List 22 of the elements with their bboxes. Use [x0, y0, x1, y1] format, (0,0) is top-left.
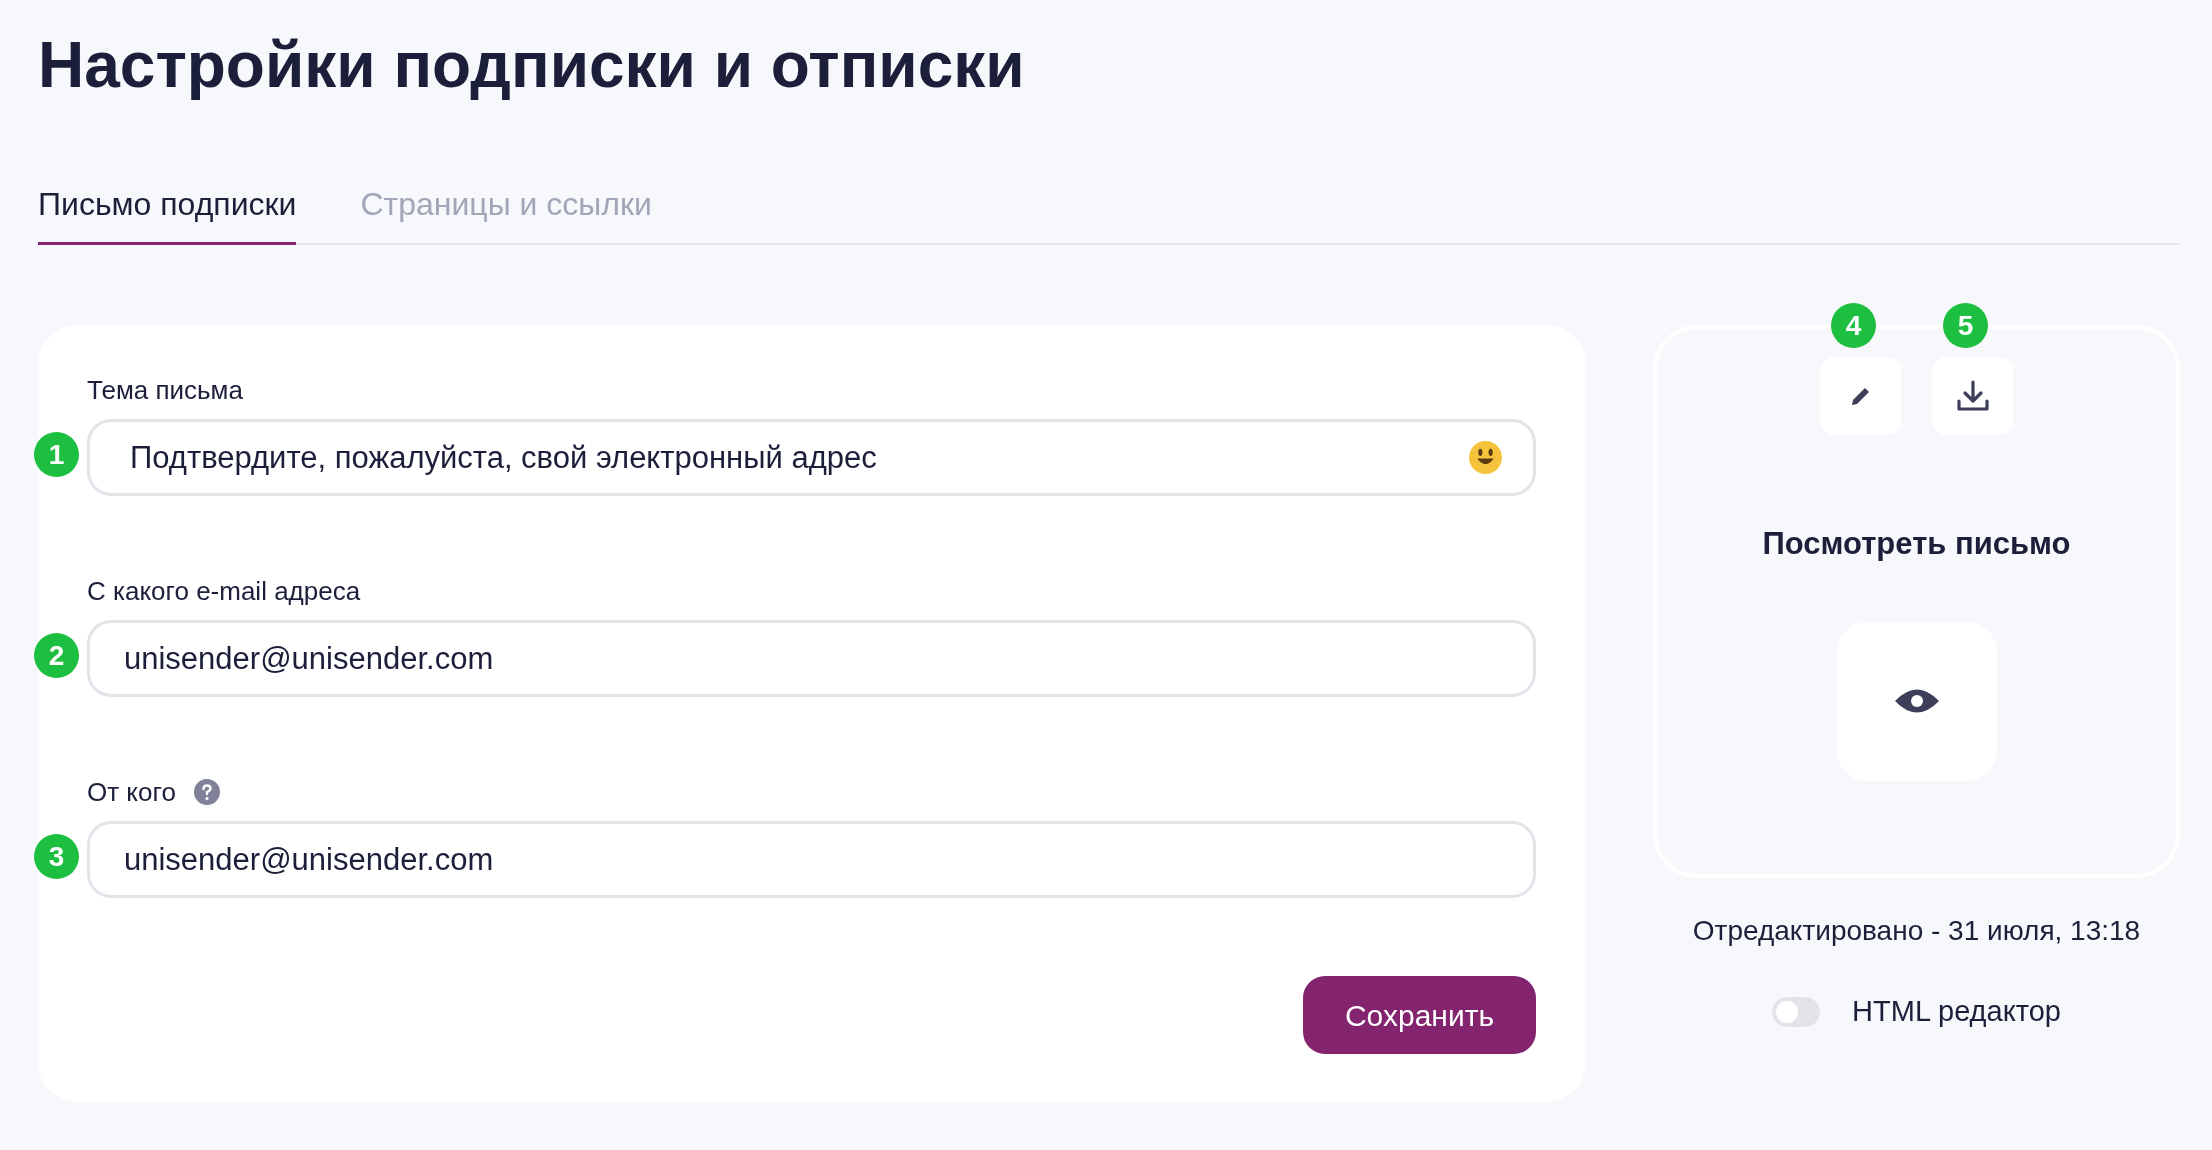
field-label: С какого e-mail адреса: [87, 574, 361, 608]
smiley-icon[interactable]: [1469, 441, 1502, 474]
preview-title: Посмотреть письмо: [1762, 525, 2071, 563]
page-title: Настройки подписки и отписки: [38, 30, 1026, 100]
edited-date: Отредактировано - 31 июля, 13:18: [1692, 914, 2141, 948]
html-editor-toggle[interactable]: [1772, 996, 1821, 1027]
number-badge: 2: [34, 633, 79, 678]
preview-button[interactable]: [1836, 621, 1997, 781]
html-editor-label: HTML редактор: [1852, 994, 2061, 1029]
input-field[interactable]: unisender@unisender.com: [87, 821, 1536, 898]
number-badge: 5: [1943, 303, 1988, 348]
field-label: Тема письма: [87, 373, 243, 407]
number-badge: 3: [34, 834, 79, 879]
input-field[interactable]: unisender@unisender.com: [87, 620, 1536, 697]
tab[interactable]: Письмо подписки: [38, 180, 297, 245]
save-button[interactable]: Сохранить: [1303, 976, 1536, 1054]
number-badge: 4: [1831, 303, 1876, 348]
field-label: От кого: [87, 775, 176, 809]
number-badge: 1: [34, 432, 79, 477]
help-icon[interactable]: [193, 779, 220, 805]
input-field[interactable]: Подтвердите, пожалуйста, свой электронный адрес: [87, 419, 1536, 496]
download-icon: [1955, 380, 1990, 412]
